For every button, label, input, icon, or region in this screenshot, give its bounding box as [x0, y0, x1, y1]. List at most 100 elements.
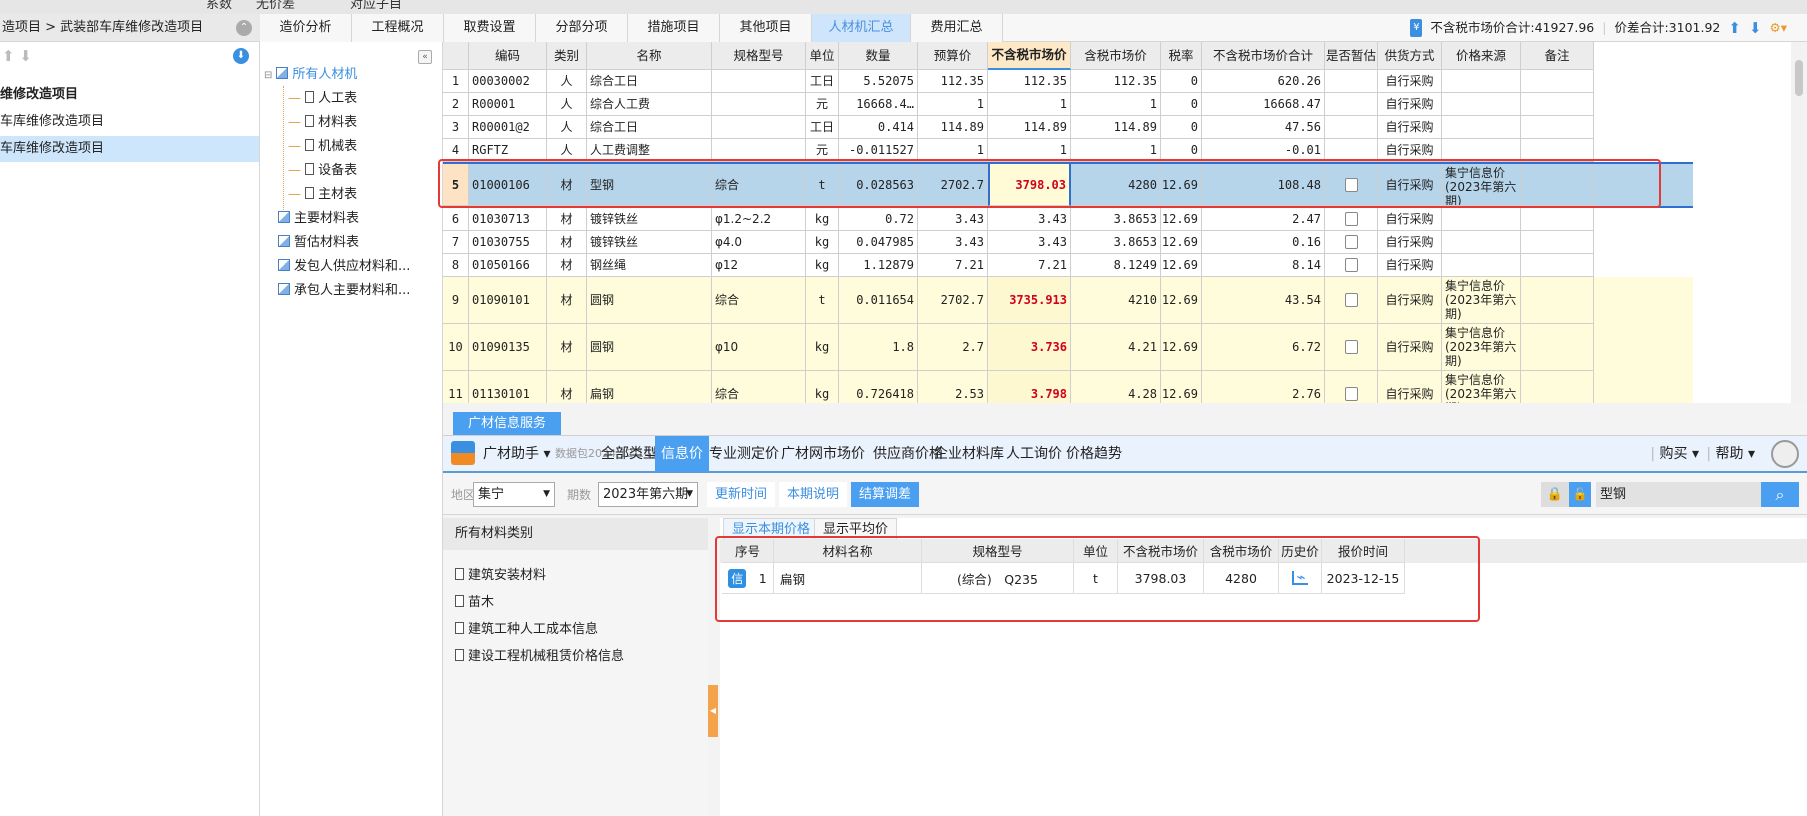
- column-header[interactable]: 备注: [1521, 42, 1594, 70]
- search-input[interactable]: 型钢: [1596, 482, 1761, 507]
- tree-item[interactable]: — 材料表: [288, 112, 357, 134]
- tree-item[interactable]: 主要材料表: [264, 208, 359, 230]
- nav-1[interactable]: 信息价: [655, 436, 709, 472]
- collapse-panel-icon[interactable]: «: [418, 50, 432, 64]
- tab-current-price[interactable]: 显示本期价格: [723, 518, 820, 540]
- table-row[interactable]: 2 R00001 人综合人工费元 16668.4… 1 1 1 0 16668.47 自行采购: [443, 93, 1693, 116]
- nav-5[interactable]: 企业材料库: [934, 436, 1004, 472]
- table-row[interactable]: 4 RGFTZ 人人工费调整元 -0.011527 1 1 1 0 -0.01 自行采购: [443, 139, 1693, 162]
- nav-0[interactable]: 全部类型: [601, 436, 657, 472]
- info-column-header[interactable]: 历史价: [1279, 539, 1322, 563]
- settings-icon[interactable]: ⚙▾: [1770, 14, 1787, 42]
- column-header[interactable]: 类别: [547, 42, 587, 70]
- menu-item[interactable]: 系数: [206, 0, 232, 12]
- tab-average-price[interactable]: 显示平均价: [814, 518, 898, 540]
- tab-6[interactable]: 人材机汇总: [812, 14, 911, 42]
- info-column-header[interactable]: 材料名称: [774, 539, 922, 563]
- menu-item[interactable]: 对应子目: [350, 0, 402, 12]
- lock-icon[interactable]: 🔒: [1541, 482, 1569, 507]
- region-select[interactable]: 集宁: [473, 482, 555, 507]
- table-row[interactable]: 5 01000106 材型钢 综合 t 0.028563 2702.7 3798.03 4280…: [443, 162, 1693, 208]
- tab-7[interactable]: 费用汇总: [911, 14, 1003, 42]
- category-item[interactable]: 苗木: [455, 591, 494, 610]
- table-row[interactable]: 1 00030002 人综合工日 工日 5.52075 112.35 112.35 112.3…: [443, 70, 1693, 93]
- move-down-icon[interactable]: ⬇: [19, 47, 32, 65]
- table-row[interactable]: 3 R00001@2 人综合工日 工日 0.414 114.89 114.89 114.89 0…: [443, 116, 1693, 139]
- project-item[interactable]: 车库维修改造项目: [0, 109, 259, 135]
- column-header[interactable]: 名称: [587, 42, 712, 70]
- collapse-up-icon[interactable]: ⌃: [236, 20, 252, 36]
- checkbox[interactable]: [1344, 177, 1358, 192]
- checkbox[interactable]: [1344, 235, 1358, 249]
- download-icon[interactable]: ⬇: [233, 48, 249, 64]
- tree-item[interactable]: 发包人供应材料和...: [264, 256, 410, 278]
- menu-item[interactable]: 无价差: [256, 0, 295, 12]
- column-header[interactable]: 预算价: [918, 42, 988, 70]
- nav-7[interactable]: 价格趋势: [1066, 436, 1122, 472]
- info-column-header[interactable]: 含税市场价: [1204, 539, 1279, 563]
- tab-1[interactable]: 工程概况: [352, 14, 444, 42]
- help-menu[interactable]: | 帮助 ▾: [1706, 436, 1755, 472]
- tab-2[interactable]: 取费设置: [444, 14, 536, 42]
- tab-4[interactable]: 措施项目: [628, 14, 720, 42]
- arrow-up-icon[interactable]: ⬆: [1728, 14, 1741, 42]
- category-item[interactable]: 建筑工种人工成本信息: [455, 618, 598, 637]
- column-header[interactable]: [443, 42, 469, 70]
- nav-4[interactable]: 供应商价格: [873, 436, 943, 472]
- checkbox[interactable]: [1344, 293, 1358, 307]
- category-item[interactable]: 建筑安装材料: [455, 564, 546, 583]
- info-column-header[interactable]: 序号: [722, 539, 774, 563]
- nav-2[interactable]: 专业测定价: [709, 436, 779, 472]
- nav-3[interactable]: 广材网市场价: [781, 436, 865, 472]
- tree-item[interactable]: — 机械表: [288, 136, 357, 158]
- table-row[interactable]: 9 01090101 材圆钢 综合 t 0.011654 2702.7 3735.913 421…: [443, 277, 1693, 324]
- tree-root[interactable]: ⊟ 所有人材机: [264, 64, 357, 86]
- nav-6[interactable]: 人工询价: [1006, 436, 1062, 472]
- info-column-header[interactable]: 规格型号: [922, 539, 1074, 563]
- tree-item[interactable]: — 人工表: [288, 88, 357, 110]
- table-row[interactable]: 6 01030713 材镀锌铁丝 φ1.2~2.2 kg 0.72 3.43 3.43 3.86…: [443, 208, 1693, 231]
- project-root[interactable]: 维修改造项目: [0, 82, 259, 108]
- tree-item[interactable]: 暂估材料表: [264, 232, 359, 254]
- avatar-icon[interactable]: [1771, 440, 1799, 468]
- info-column-header[interactable]: 不含税市场价: [1118, 539, 1204, 563]
- column-header[interactable]: 数量: [839, 42, 918, 70]
- info-column-header[interactable]: 单位: [1074, 539, 1118, 563]
- tab-5[interactable]: 其他项目: [720, 14, 812, 42]
- tab-3[interactable]: 分部分项: [536, 14, 628, 42]
- table-row[interactable]: 8 01050166 材钢丝绳 φ12 kg 1.12879 7.21 7.21 8.1249 1…: [443, 254, 1693, 277]
- tab-0[interactable]: 造价分析: [260, 14, 352, 42]
- checkbox[interactable]: [1344, 212, 1358, 226]
- column-header[interactable]: 单位: [806, 42, 839, 70]
- checkbox[interactable]: [1344, 340, 1358, 354]
- column-header[interactable]: 不含税市场价: [988, 42, 1071, 70]
- tab-gcxx[interactable]: 广材信息服务: [453, 412, 561, 436]
- panel-toggle-handle[interactable]: ◀: [708, 685, 718, 737]
- move-up-icon[interactable]: ⬆: [2, 47, 15, 65]
- project-item-selected[interactable]: 车库维修改造项目: [0, 136, 259, 162]
- update-time-button[interactable]: 更新时间: [707, 482, 776, 507]
- period-note-button[interactable]: 本期说明: [779, 482, 848, 507]
- column-header[interactable]: 含税市场价: [1071, 42, 1161, 70]
- brand-menu[interactable]: 广材助手 ▾: [483, 436, 550, 472]
- settle-adjust-button[interactable]: 结算调差: [851, 482, 920, 507]
- unlock-icon[interactable]: 🔓: [1569, 482, 1591, 507]
- checkbox[interactable]: [1344, 387, 1358, 401]
- period-select[interactable]: 2023年第六期: [598, 482, 698, 507]
- checkbox[interactable]: [1344, 258, 1358, 272]
- vertical-scrollbar[interactable]: [1791, 42, 1807, 403]
- column-header[interactable]: 不含税市场价合计: [1202, 42, 1325, 70]
- column-header[interactable]: 供货方式: [1378, 42, 1442, 70]
- column-header[interactable]: 是否暂估: [1325, 42, 1378, 70]
- table-row[interactable]: 11 01130101 材扁钢 综合 kg 0.726418 2.53 3.798 4.28 12…: [443, 371, 1693, 403]
- table-row[interactable]: 7 01030755 材镀锌铁丝 φ4.0 kg 0.047985 3.43 3.43 3.86…: [443, 231, 1693, 254]
- category-item[interactable]: 建设工程机械租赁价格信息: [455, 645, 624, 664]
- column-header[interactable]: 规格型号: [712, 42, 806, 70]
- tree-item[interactable]: — 主材表: [288, 184, 357, 206]
- column-header[interactable]: 编码: [469, 42, 547, 70]
- tree-item[interactable]: — 设备表: [288, 160, 357, 182]
- column-header[interactable]: 价格来源: [1442, 42, 1521, 70]
- table-row[interactable]: 10 01090135 材圆钢 φ10 kg 1.8 2.7 3.736 4.21 12.69 6.…: [443, 324, 1693, 371]
- buy-menu[interactable]: | 购买 ▾: [1650, 436, 1699, 472]
- info-column-header[interactable]: 报价时间: [1322, 539, 1405, 563]
